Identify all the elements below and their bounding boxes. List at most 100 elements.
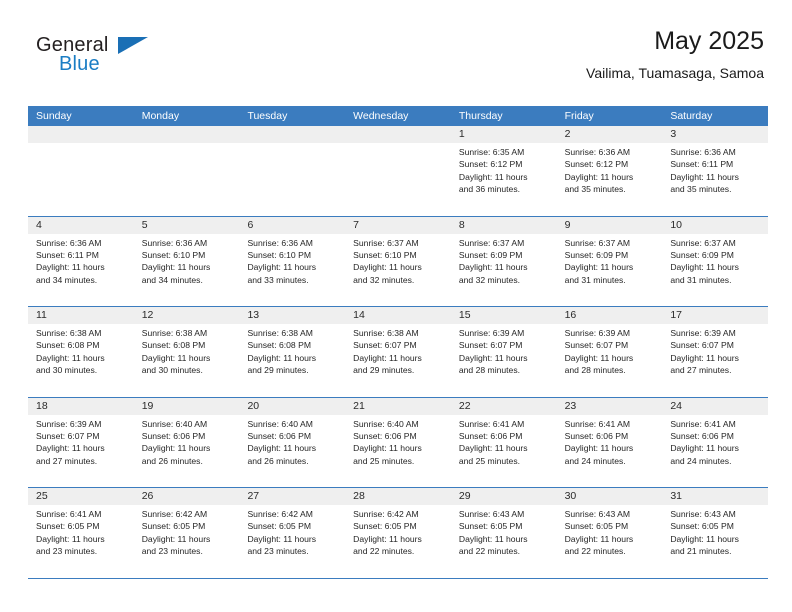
calendar-day-cell[interactable]: 6 Sunrise: 6:36 AM Sunset: 6:10 PM Daylight… xyxy=(239,216,346,306)
day-number: 29 xyxy=(450,488,557,505)
day-number: 22 xyxy=(450,397,557,415)
day-detail-line: and 33 minutes. xyxy=(247,274,309,285)
day-detail-line: and 31 minutes. xyxy=(564,274,626,285)
general-blue-logo[interactable]: General Blue xyxy=(36,34,236,90)
day-details: Sunrise: 6:41 AM Sunset: 6:06 PM Daylight:… xyxy=(451,415,557,468)
calendar-day-cell[interactable]: 25 Sunrise: 6:41 AM Sunset: 6:05 PM Dayligh… xyxy=(28,488,134,578)
calendar-day-cell[interactable]: 2 Sunrise: 6:36 AM Sunset: 6:12 PM Daylight… xyxy=(556,126,663,216)
day-detail-line: Sunrise: 6:39 AM xyxy=(670,328,736,338)
day-detail-line: Daylight: 11 hours xyxy=(36,352,105,363)
day-number: 15 xyxy=(450,307,557,324)
day-details: Sunrise: 6:37 AM Sunset: 6:09 PM Daylight:… xyxy=(451,234,557,287)
day-detail-line: Sunset: 6:05 PM xyxy=(458,521,523,532)
day-detail-line: Sunrise: 6:36 AM xyxy=(141,237,208,248)
day-details: Sunrise: 6:36 AM Sunset: 6:10 PM Daylight:… xyxy=(239,234,345,287)
day-detail-line: Daylight: 11 hours xyxy=(141,352,211,363)
day-details: Sunrise: 6:36 AM Sunset: 6:11 PM Daylight:… xyxy=(662,143,768,196)
weekday-header-thursday: Thursday xyxy=(458,110,503,122)
day-detail-line: Daylight: 11 hours xyxy=(670,533,739,544)
day-detail-line: and 22 minutes. xyxy=(353,546,415,557)
day-detail-line: Sunset: 6:07 PM xyxy=(564,340,629,351)
day-number xyxy=(28,126,134,143)
day-details: Sunrise: 6:37 AM Sunset: 6:10 PM Daylight:… xyxy=(345,234,451,287)
day-detail-line: Sunrise: 6:36 AM xyxy=(670,147,736,157)
day-detail-line: Sunset: 6:09 PM xyxy=(564,249,629,260)
day-detail-line: Daylight: 11 hours xyxy=(141,443,211,454)
calendar-day-cell[interactable]: 30 Sunrise: 6:43 AM Sunset: 6:05 PM Dayligh… xyxy=(556,488,663,578)
day-detail-line: Sunrise: 6:36 AM xyxy=(36,237,102,248)
day-detail-line: Sunset: 6:12 PM xyxy=(564,159,629,170)
calendar-day-cell[interactable]: 4 Sunrise: 6:36 AM Sunset: 6:11 PM Daylight… xyxy=(28,216,134,306)
day-detail-line: Daylight: 11 hours xyxy=(247,533,317,544)
logo-word-blue: Blue xyxy=(59,53,100,75)
calendar-day-cell[interactable]: 22 Sunrise: 6:41 AM Sunset: 6:06 PM Dayligh… xyxy=(450,397,557,487)
calendar-day-cell[interactable]: 7 Sunrise: 6:37 AM Sunset: 6:10 PM Daylight… xyxy=(345,216,451,306)
calendar-day-cell[interactable]: 5 Sunrise: 6:36 AM Sunset: 6:10 PM Daylight… xyxy=(133,216,240,306)
day-detail-line: Sunset: 6:08 PM xyxy=(141,340,206,351)
calendar-day-cell[interactable]: 11 Sunrise: 6:38 AM Sunset: 6:08 PM Dayligh… xyxy=(28,307,134,397)
day-number: 21 xyxy=(345,397,451,415)
day-number: 16 xyxy=(556,307,663,324)
calendar-day-cell[interactable]: 24 Sunrise: 6:41 AM Sunset: 6:06 PM Dayligh… xyxy=(662,397,769,487)
calendar-day-cell[interactable]: 1 Sunrise: 6:35 AM Sunset: 6:12 PM Daylight… xyxy=(450,126,557,216)
day-details: Sunrise: 6:43 AM Sunset: 6:05 PM Daylight:… xyxy=(451,505,557,558)
calendar-day-cell[interactable]: 17 Sunrise: 6:39 AM Sunset: 6:07 PM Dayligh… xyxy=(662,307,769,397)
calendar-day-cell[interactable]: 28 Sunrise: 6:42 AM Sunset: 6:05 PM Dayligh… xyxy=(345,488,451,578)
calendar-page: General Blue May 2025 Vailima, Tuamasaga… xyxy=(0,0,792,612)
day-number: 2 xyxy=(556,126,663,143)
calendar-day-cell[interactable]: 27 Sunrise: 6:42 AM Sunset: 6:05 PM Dayligh… xyxy=(239,488,346,578)
weekday-header-friday: Friday xyxy=(564,110,594,122)
calendar-day-cell-empty xyxy=(345,126,451,216)
day-detail-line: and 28 minutes. xyxy=(564,365,626,376)
calendar-day-cell[interactable]: 8 Sunrise: 6:37 AM Sunset: 6:09 PM Daylight… xyxy=(450,216,557,306)
calendar-day-cell[interactable]: 20 Sunrise: 6:40 AM Sunset: 6:06 PM Dayligh… xyxy=(239,397,346,487)
weekday-header-row: Sunday Monday Tuesday Wednesday Thursday Frid… xyxy=(28,106,768,126)
day-detail-line: and 30 minutes. xyxy=(141,365,203,376)
day-number: 30 xyxy=(556,488,663,505)
calendar-day-cell[interactable]: 9 Sunrise: 6:37 AM Sunset: 6:09 PM Daylight… xyxy=(556,216,663,306)
calendar-day-cell[interactable]: 31 Sunrise: 6:43 AM Sunset: 6:05 PM Dayligh… xyxy=(662,488,769,578)
day-details: Sunrise: 6:36 AM Sunset: 6:11 PM Daylight:… xyxy=(28,234,134,287)
weekday-header-saturday: Saturday xyxy=(670,110,713,122)
day-detail-line: Sunset: 6:11 PM xyxy=(670,159,734,170)
day-details xyxy=(28,143,134,146)
page-subtitle: Vailima, Tuamasaga, Samoa xyxy=(586,65,764,81)
day-number: 7 xyxy=(345,216,451,234)
day-detail-line: Sunrise: 6:38 AM xyxy=(141,328,208,338)
calendar-day-cell[interactable]: 3 Sunrise: 6:36 AM Sunset: 6:11 PM Daylight… xyxy=(662,126,769,216)
day-details: Sunrise: 6:36 AM Sunset: 6:10 PM Daylight:… xyxy=(134,234,240,287)
triangle-flag-icon xyxy=(118,37,148,54)
day-detail-line: and 35 minutes. xyxy=(670,184,732,195)
day-number: 1 xyxy=(450,126,557,143)
calendar-day-cell[interactable]: 23 Sunrise: 6:41 AM Sunset: 6:06 PM Dayligh… xyxy=(556,397,663,487)
calendar-day-cell-empty xyxy=(133,126,240,216)
day-detail-line: and 35 minutes. xyxy=(564,184,626,195)
day-detail-line: Sunset: 6:05 PM xyxy=(141,521,206,532)
calendar-day-cell[interactable]: 21 Sunrise: 6:40 AM Sunset: 6:06 PM Dayligh… xyxy=(345,397,451,487)
day-detail-line: and 31 minutes. xyxy=(670,274,732,285)
calendar-day-cell[interactable]: 26 Sunrise: 6:42 AM Sunset: 6:05 PM Dayligh… xyxy=(133,488,240,578)
calendar-day-cell[interactable]: 13 Sunrise: 6:38 AM Sunset: 6:08 PM Dayligh… xyxy=(239,307,346,397)
calendar-day-cell[interactable]: 19 Sunrise: 6:40 AM Sunset: 6:06 PM Dayligh… xyxy=(133,397,240,487)
day-detail-line: Sunrise: 6:40 AM xyxy=(141,418,208,429)
calendar-day-cell[interactable]: 10 Sunrise: 6:37 AM Sunset: 6:09 PM Dayligh… xyxy=(662,216,769,306)
day-number: 4 xyxy=(28,216,134,234)
day-detail-line: Sunrise: 6:37 AM xyxy=(564,237,631,248)
day-detail-line: Daylight: 11 hours xyxy=(247,443,317,454)
calendar-day-cell[interactable]: 14 Sunrise: 6:38 AM Sunset: 6:07 PM Dayligh… xyxy=(345,307,451,397)
page-title: May 2025 xyxy=(654,27,764,55)
calendar-day-cell[interactable]: 18 Sunrise: 6:39 AM Sunset: 6:07 PM Dayligh… xyxy=(28,397,134,487)
day-detail-line: Sunrise: 6:42 AM xyxy=(141,509,208,519)
day-details: Sunrise: 6:42 AM Sunset: 6:05 PM Daylight:… xyxy=(239,505,345,558)
day-detail-line: Sunrise: 6:37 AM xyxy=(353,237,419,248)
calendar-day-cell[interactable]: 29 Sunrise: 6:43 AM Sunset: 6:05 PM Dayligh… xyxy=(450,488,557,578)
calendar-day-cell[interactable]: 16 Sunrise: 6:39 AM Sunset: 6:07 PM Dayligh… xyxy=(556,307,663,397)
calendar-day-cell[interactable]: 15 Sunrise: 6:39 AM Sunset: 6:07 PM Dayligh… xyxy=(450,307,557,397)
day-detail-line: and 22 minutes. xyxy=(458,546,521,557)
day-detail-line: and 21 minutes. xyxy=(670,546,732,557)
day-details: Sunrise: 6:36 AM Sunset: 6:12 PM Daylight:… xyxy=(557,143,663,196)
calendar-day-cell[interactable]: 12 Sunrise: 6:38 AM Sunset: 6:08 PM Dayligh… xyxy=(133,307,240,397)
day-detail-line: and 32 minutes. xyxy=(353,274,415,285)
day-detail-line: and 27 minutes. xyxy=(670,365,732,376)
day-number: 3 xyxy=(662,126,769,143)
